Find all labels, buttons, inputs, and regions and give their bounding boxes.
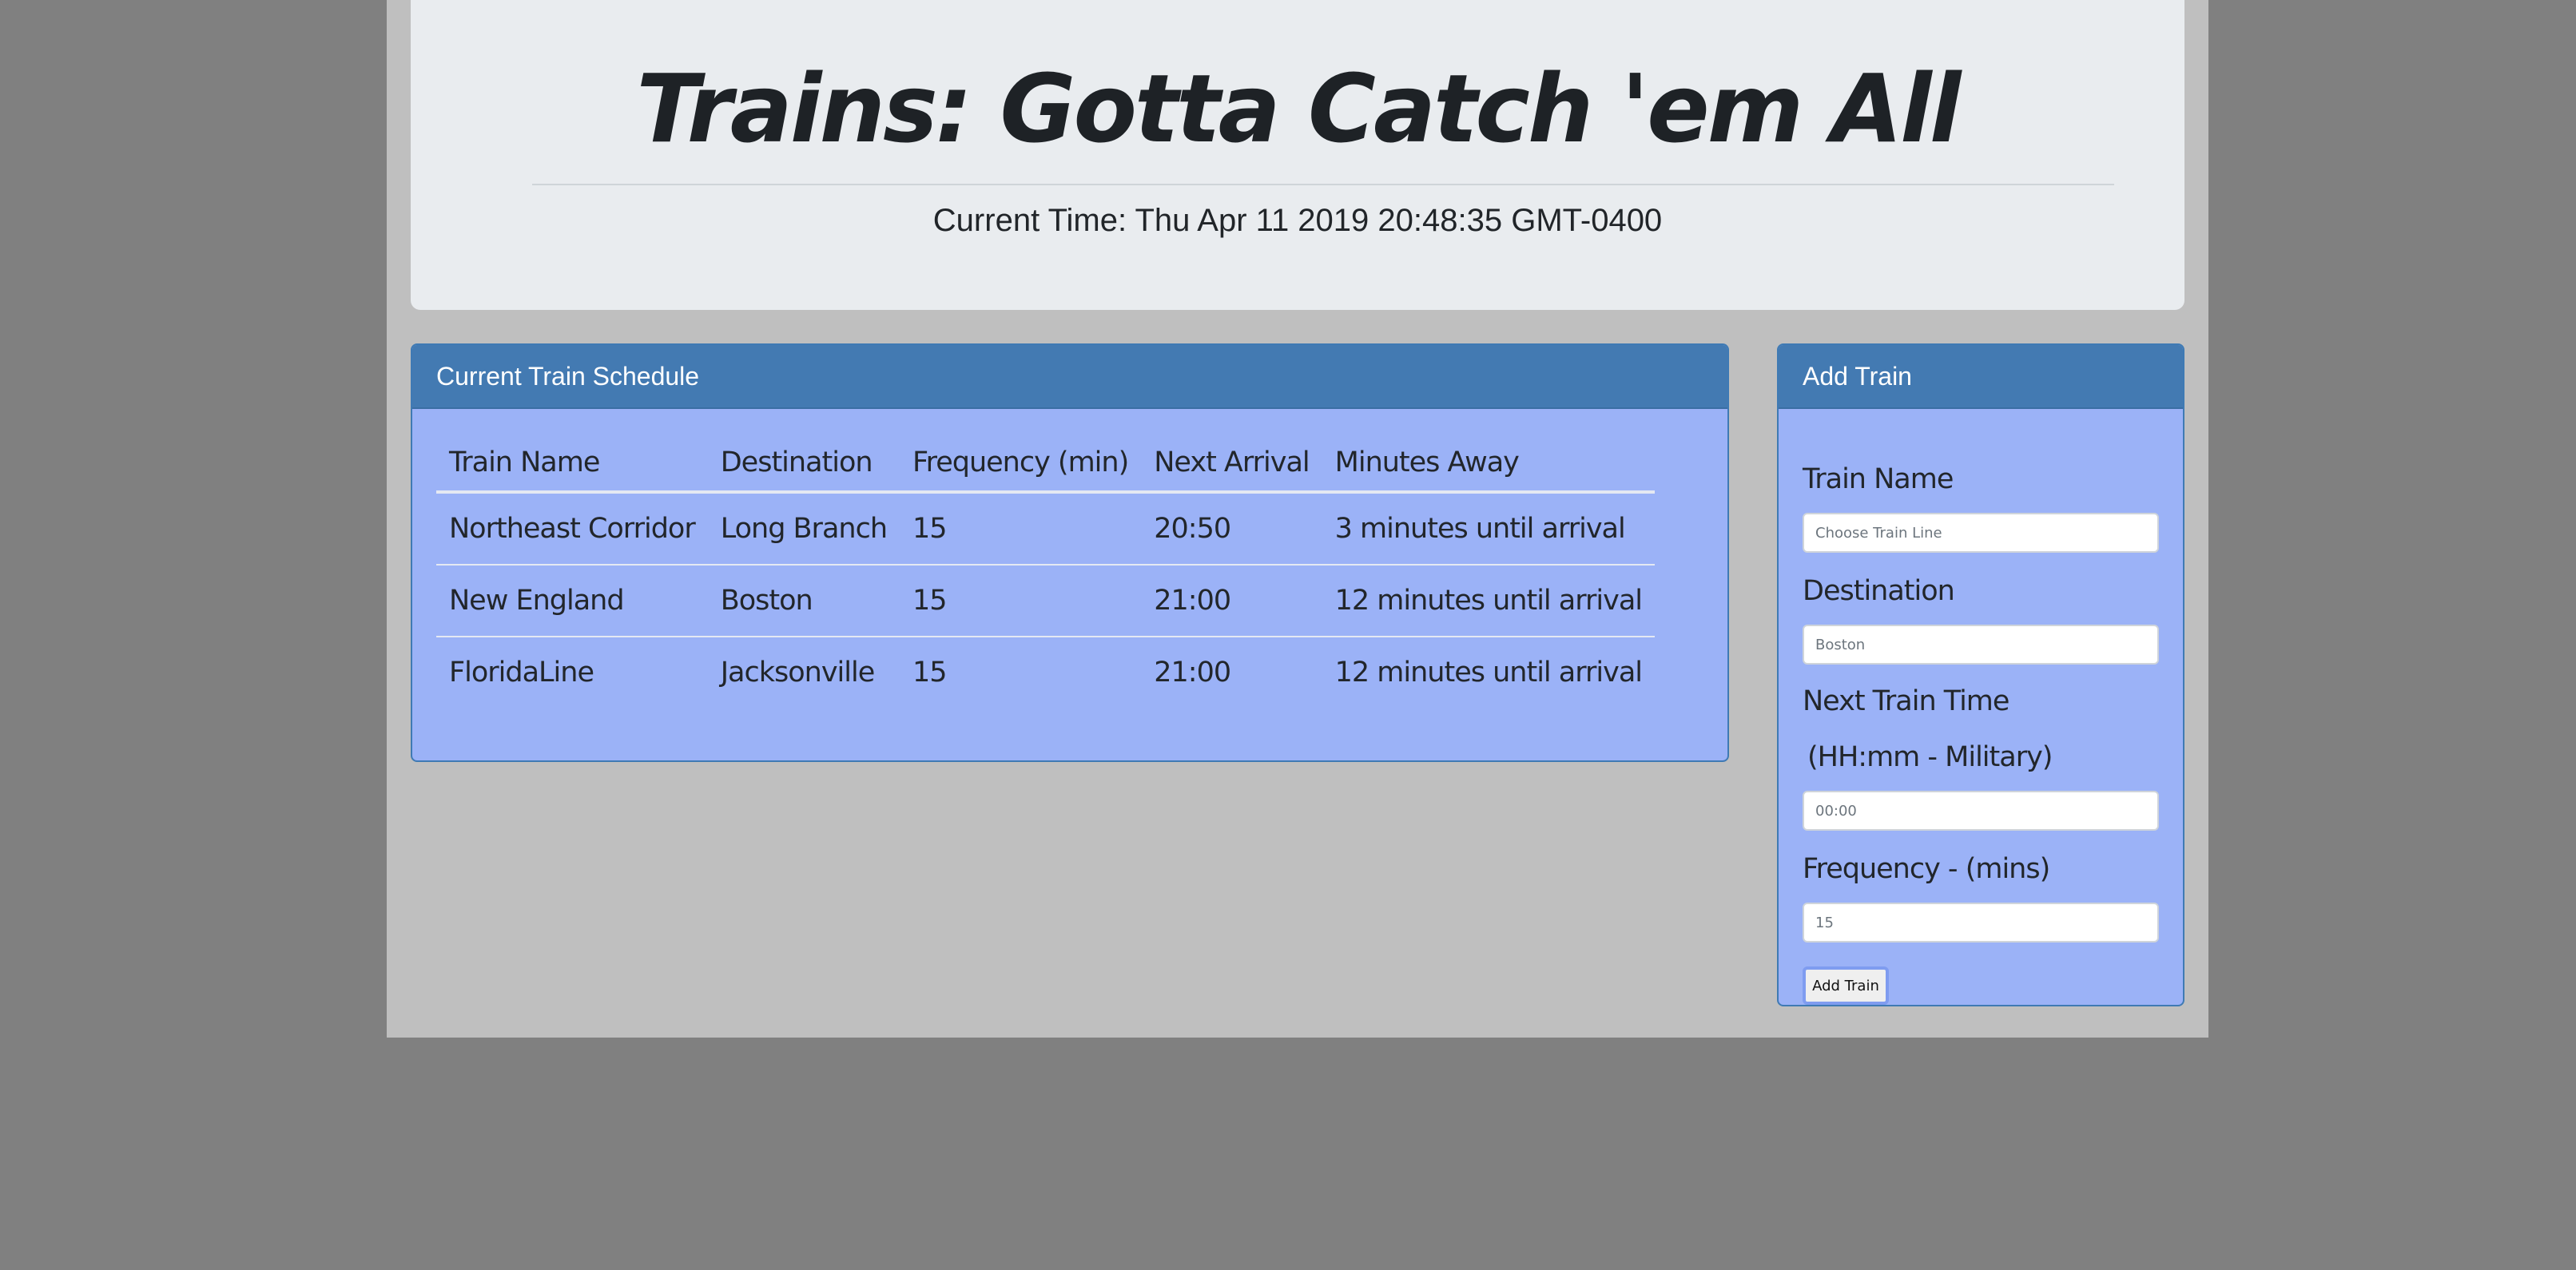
column-header-frequency: Frequency (min) [900, 435, 1142, 494]
cell-next-arrival: 20:50 [1154, 513, 1231, 545]
cell-destination: Jacksonville [707, 636, 900, 708]
column-header-destination: Destination [707, 435, 900, 494]
destination-label: Destination [1803, 575, 1955, 607]
schedule-table: Train Name Destination Frequency (min) N… [436, 435, 1655, 708]
cell-frequency: 15 [912, 513, 948, 545]
schedule-panel: Current Train Schedule Train Name Destin… [411, 343, 1729, 762]
cell-frequency: 15 [900, 564, 1142, 637]
frequency-input[interactable] [1803, 903, 2159, 943]
cell-train-name: FloridaLine [436, 636, 708, 708]
add-train-panel: Add Train Train Name Destination Next Tr… [1777, 343, 2184, 1006]
table-row: New England Boston 15 21:00 12 minutes u… [436, 564, 1655, 637]
destination-input[interactable] [1803, 625, 2159, 665]
page-container: Trains: Gotta Catch 'em All Current Time… [387, 0, 2208, 1038]
current-time: Current Time: Thu Apr 11 2019 20:48:35 G… [932, 203, 1663, 238]
next-train-time-input[interactable] [1803, 791, 2159, 831]
cell-destination: Long Branch [720, 513, 888, 545]
column-header-minutes-away: Minutes Away [1322, 435, 1655, 494]
jumbotron-header: Trains: Gotta Catch 'em All Current Time… [411, 0, 2184, 310]
cell-train-name: New England [436, 564, 708, 637]
train-name-input[interactable] [1803, 513, 2159, 553]
cell-next-arrival: 21:00 [1141, 564, 1322, 637]
column-header-train-name: Train Name [436, 435, 708, 494]
cell-frequency: 15 [900, 636, 1142, 708]
cell-minutes-away: 12 minutes until arrival [1322, 564, 1655, 637]
cell-minutes-away: 12 minutes until arrival [1322, 636, 1655, 708]
cell-destination: Boston [707, 564, 900, 637]
table-row: Northeast Corridor Long Branch 15 20:50 … [436, 492, 1655, 565]
cell-train-name: Northeast Corridor [449, 513, 696, 545]
next-train-time-format-label: (HH:mm - Military) [1807, 741, 2053, 773]
schedule-panel-heading: Current Train Schedule [412, 345, 1727, 409]
frequency-label: Frequency - (mins) [1803, 853, 2050, 885]
table-row: FloridaLine Jacksonville 15 21:00 12 min… [436, 636, 1655, 708]
next-train-time-label: Next Train Time [1803, 685, 2010, 717]
page-title: Trains: Gotta Catch 'em All [636, 54, 1961, 164]
header-divider [532, 184, 2114, 185]
table-header-row: Train Name Destination Frequency (min) N… [436, 435, 1655, 494]
train-name-label: Train Name [1803, 463, 1954, 495]
add-train-button[interactable]: Add Train [1803, 966, 1889, 1005]
column-header-next-arrival: Next Arrival [1141, 435, 1322, 494]
cell-minutes-away: 3 minutes until arrival [1334, 513, 1626, 545]
cell-next-arrival: 21:00 [1141, 636, 1322, 708]
add-train-panel-heading: Add Train [1779, 345, 2183, 409]
